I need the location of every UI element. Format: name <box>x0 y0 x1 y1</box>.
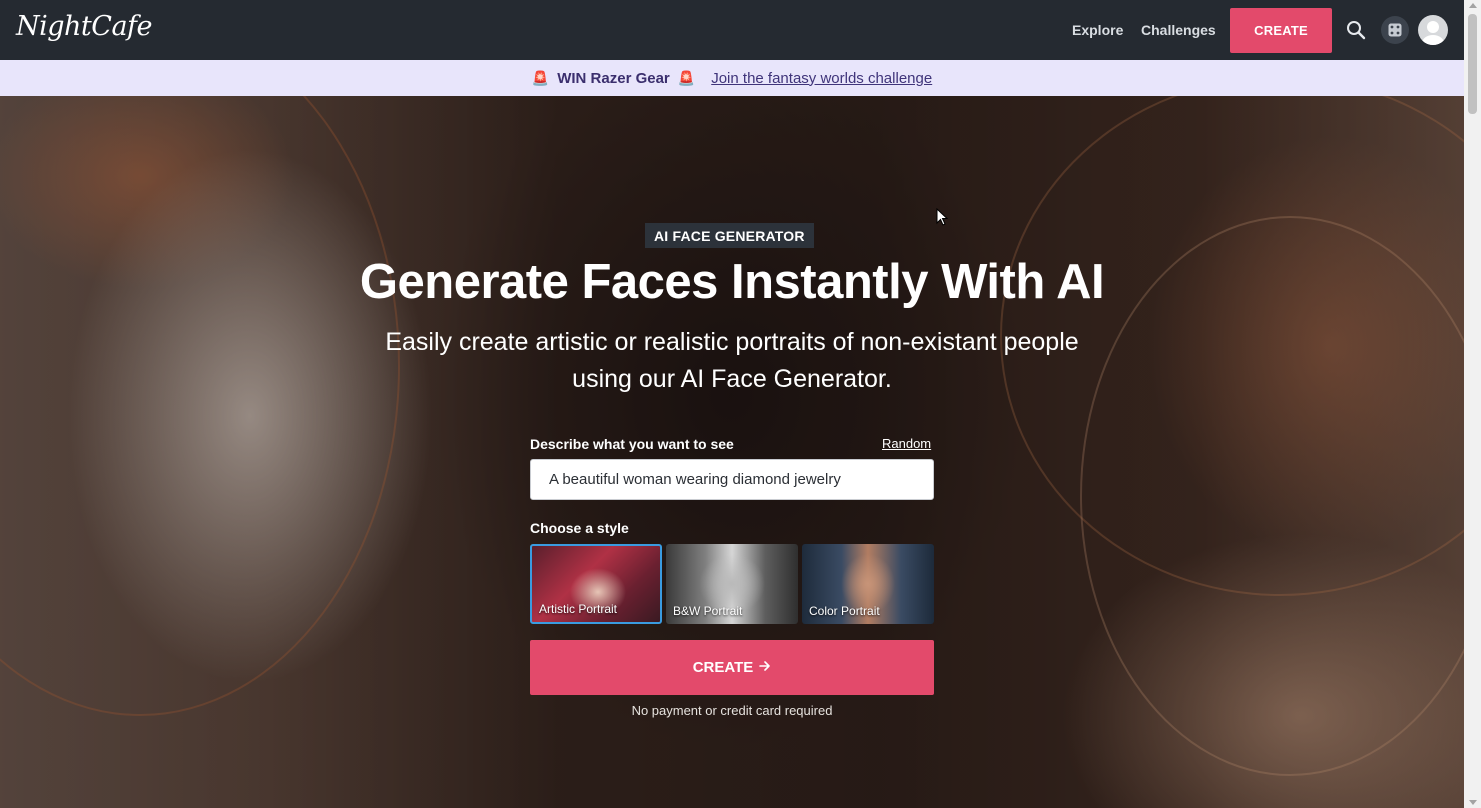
page-subtitle: Easily create artistic or realistic port… <box>385 328 1079 393</box>
nav-challenges-link[interactable]: Challenges <box>1141 22 1216 38</box>
top-navbar: NightCafe Explore Challenges CREATE <box>0 0 1464 60</box>
search-icon[interactable] <box>1343 17 1369 43</box>
no-payment-note: No payment or credit card required <box>631 703 833 718</box>
mouse-cursor-icon <box>936 207 949 232</box>
style-option-bw-portrait[interactable]: B&W Portrait <box>666 544 798 624</box>
random-prompt-link[interactable]: Random <box>882 436 931 451</box>
nightcafe-logo[interactable]: NightCafe <box>16 11 153 42</box>
siren-icon: 🚨 <box>677 69 696 86</box>
hero-section: AI FACE GENERATOR Generate Faces Instant… <box>0 96 1464 808</box>
nav-create-button[interactable]: CREATE <box>1230 8 1332 53</box>
arrow-right-icon <box>759 659 771 676</box>
prompt-input[interactable] <box>530 459 934 500</box>
style-option-artistic-portrait[interactable]: Artistic Portrait <box>530 544 662 624</box>
style-option-label: Color Portrait <box>809 604 880 618</box>
style-option-label: Artistic Portrait <box>539 602 618 616</box>
dice-icon[interactable] <box>1381 16 1409 44</box>
page-title: Generate Faces Instantly With AI <box>359 255 1105 309</box>
page-badge: AI FACE GENERATOR <box>645 223 814 248</box>
siren-icon: 🚨 <box>531 69 550 86</box>
page-scrollbar[interactable] <box>1464 0 1481 808</box>
banner-challenge-link[interactable]: Join the fantasy worlds challenge <box>711 70 932 87</box>
prompt-label: Describe what you want to see <box>530 436 734 452</box>
scroll-down-icon[interactable] <box>1469 800 1477 805</box>
style-option-color-portrait[interactable]: Color Portrait <box>802 544 934 624</box>
avatar-icon[interactable] <box>1418 15 1448 45</box>
create-button-label: CREATE <box>692 659 754 676</box>
create-button[interactable]: CREATE <box>530 640 934 695</box>
scrollbar-thumb[interactable] <box>1468 14 1477 114</box>
banner-win-text: WIN Razer Gear <box>557 69 670 87</box>
style-label: Choose a style <box>530 520 629 536</box>
nav-explore-link[interactable]: Explore <box>1072 22 1123 38</box>
scroll-up-icon[interactable] <box>1469 3 1477 8</box>
style-option-label: B&W Portrait <box>673 604 743 618</box>
challenge-banner: 🚨 WIN Razer Gear 🚨 Join the fantasy worl… <box>0 60 1464 96</box>
